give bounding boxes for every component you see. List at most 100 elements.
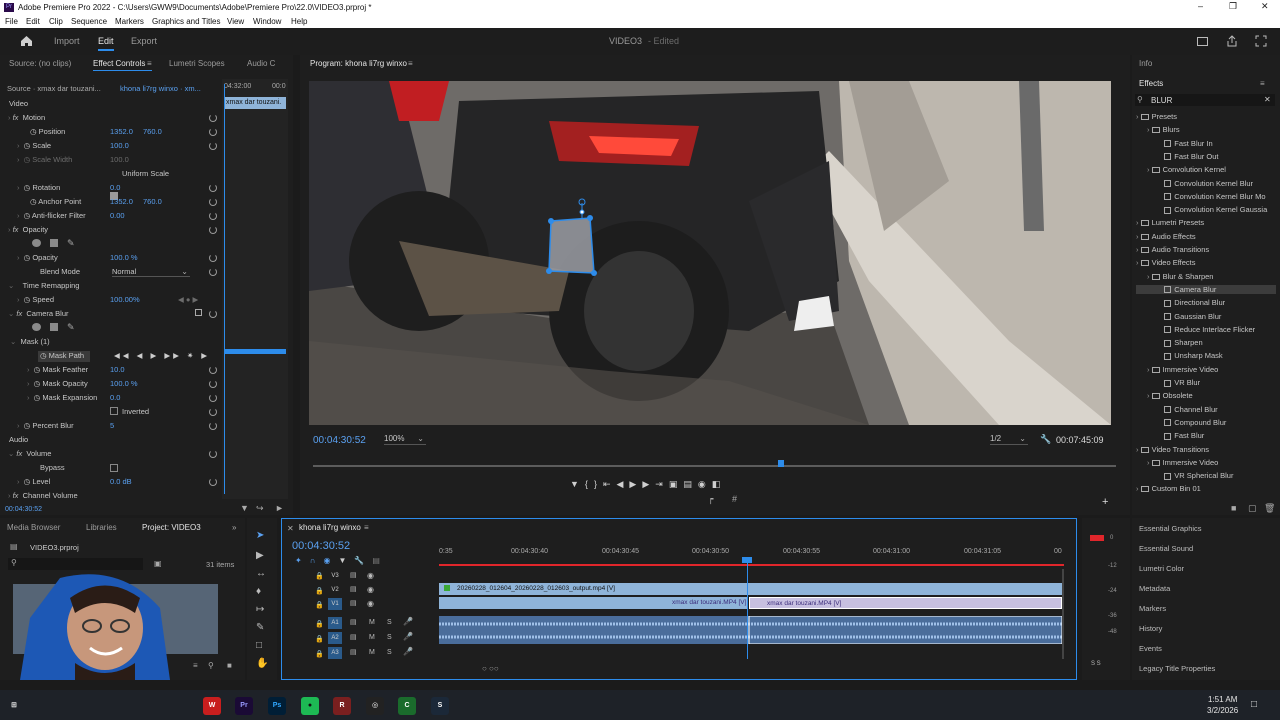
tab-export[interactable]: Export	[131, 36, 157, 46]
new-bin-icon[interactable]: ■	[227, 661, 232, 670]
eye-icon[interactable]: ◉	[367, 585, 374, 594]
sync-icon[interactable]: ▤	[350, 633, 357, 641]
effects-item[interactable]: › Audio Effects	[1136, 232, 1276, 241]
panel-events[interactable]: Events	[1139, 644, 1162, 653]
sync-icon[interactable]: ▤	[350, 599, 357, 607]
panel-lumetri-color[interactable]: Lumetri Color	[1139, 564, 1184, 573]
rectangle-tool-icon[interactable]: □	[256, 640, 262, 651]
reset-icon[interactable]	[209, 310, 217, 318]
share-icon[interactable]	[1226, 35, 1238, 47]
search-icon[interactable]: ⚲	[208, 661, 214, 670]
camera-blur-row[interactable]: ⌄ fx Camera Blur	[8, 309, 69, 322]
winrar-icon[interactable]: R	[333, 697, 351, 715]
effects-item[interactable]: VR Spherical Blur	[1136, 471, 1276, 480]
clip-v2[interactable]: 20260228_012604_20260228_012603_output.m…	[439, 583, 1062, 595]
notification-icon[interactable]: □	[1251, 699, 1257, 710]
effects-item[interactable]: Reduce Interlace Flicker	[1136, 325, 1276, 334]
track-v3[interactable]: V3	[328, 570, 342, 582]
menu-markers[interactable]: Markers	[115, 17, 144, 26]
mask-expansion-value[interactable]: 0.0	[110, 393, 120, 406]
menu-sequence[interactable]: Sequence	[71, 17, 107, 26]
reset-icon[interactable]	[209, 114, 217, 122]
audio-clip-a1-a2[interactable]	[439, 615, 1063, 645]
add-button-icon[interactable]: +	[1102, 496, 1108, 508]
keyframe-nav-icon[interactable]: ◀ ● ▶	[178, 295, 198, 308]
effects-item[interactable]: › Video Transitions	[1136, 445, 1276, 454]
bin-icon[interactable]: ▣	[154, 559, 162, 568]
track-a1[interactable]: A1	[328, 617, 342, 629]
menu-view[interactable]: View	[227, 17, 244, 26]
effects-tab[interactable]: Effects	[1139, 79, 1163, 88]
effects-item[interactable]: Compound Blur	[1136, 418, 1276, 427]
mic-icon[interactable]: 🎤	[403, 647, 413, 656]
reset-icon[interactable]	[209, 394, 217, 402]
effects-item[interactable]: › Blur & Sharpen	[1136, 272, 1276, 281]
panel-essential-sound[interactable]: Essential Sound	[1139, 544, 1193, 553]
pen-tool-icon[interactable]: ✎	[256, 622, 264, 633]
mask-path-keyframe-bar[interactable]	[224, 349, 286, 354]
timeline-timecode[interactable]: 00:04:30:52	[292, 540, 350, 552]
delete-icon[interactable]: 🗑	[1264, 503, 1275, 514]
rectangle-mask-icon[interactable]	[50, 323, 58, 331]
filter-icon[interactable]: ▼	[240, 503, 249, 513]
effects-item[interactable]: › Custom Bin 01	[1136, 484, 1276, 493]
step-forward-icon[interactable]: ▶	[642, 479, 655, 489]
meter-solo[interactable]: S S	[1091, 661, 1101, 667]
effects-item[interactable]: Convolution Kernel Blur Mo	[1136, 192, 1276, 201]
home-icon[interactable]	[20, 35, 33, 47]
mute-button[interactable]: M	[369, 649, 375, 656]
position-y[interactable]: 760.0	[143, 127, 162, 140]
reset-icon[interactable]	[209, 366, 217, 374]
menu-graphics[interactable]: Graphics and Titles	[152, 17, 220, 26]
keyframe-clip-bar[interactable]: xmax dar touzani.	[224, 97, 286, 109]
effects-item[interactable]: › Blurs	[1136, 125, 1276, 134]
fullscreen-icon[interactable]	[1255, 35, 1267, 47]
effects-item[interactable]: VR Blur	[1136, 378, 1276, 387]
effects-item[interactable]: › Audio Transitions	[1136, 245, 1276, 254]
channel-volume-row[interactable]: › fx Channel Volume	[8, 491, 78, 504]
effects-item[interactable]: Gaussian Blur	[1136, 312, 1276, 321]
menu-edit[interactable]: Edit	[26, 17, 40, 26]
reset-icon[interactable]	[209, 226, 217, 234]
sync-icon[interactable]: ▤	[350, 618, 357, 626]
pen-mask-icon[interactable]: ✎	[67, 322, 75, 333]
mark-out-icon[interactable]: }	[594, 479, 603, 489]
menu-icon[interactable]: ≡	[147, 59, 152, 68]
time-remapping-row[interactable]: ⌄ Time Remapping	[8, 281, 79, 294]
play-audio-icon[interactable]: ►	[275, 503, 284, 513]
track-v2[interactable]: V2	[328, 584, 342, 596]
eye-icon[interactable]: ◉	[367, 599, 374, 608]
wrench-icon[interactable]: 🔧	[1040, 434, 1051, 445]
lock-icon[interactable]: 🔒	[315, 620, 324, 628]
export-icon[interactable]: ↪	[256, 503, 264, 514]
mask-opacity-value[interactable]: 100.0 %	[110, 379, 138, 392]
zoom-scrollbar[interactable]: ○ ○○	[482, 664, 512, 673]
speed-value[interactable]: 100.00%	[110, 295, 140, 308]
timeline-tab[interactable]: khona li7rg winxo	[299, 523, 361, 532]
clip-v1-a[interactable]: xmax dar touzani.MP4 [V]	[439, 597, 747, 609]
effects-item[interactable]: › Convolution Kernel	[1136, 165, 1276, 174]
keyframe-timeline[interactable]: 04:32:00 00:0 xmax dar touzani.	[222, 79, 288, 499]
wps-icon[interactable]: W	[203, 697, 221, 715]
snap-icon[interactable]: ∩	[310, 556, 324, 565]
hand-tool-icon[interactable]: ✋	[256, 658, 268, 669]
track-v1[interactable]: V1	[328, 598, 342, 610]
sync-icon[interactable]: ▤	[350, 571, 357, 579]
reset-icon[interactable]	[209, 450, 217, 458]
track-a3[interactable]: A3	[328, 647, 342, 659]
sync-icon[interactable]: ▤	[350, 648, 357, 656]
effects-item[interactable]: › Video Effects	[1136, 258, 1276, 267]
minimize-icon[interactable]: –	[1198, 1, 1203, 11]
zoom-select[interactable]: 100% ⌄	[384, 434, 426, 445]
menu-icon[interactable]: ≡	[408, 59, 413, 68]
panel-metadata[interactable]: Metadata	[1139, 584, 1170, 593]
mask-track-controls[interactable]: ◀◀ ◀ ▶ ▶▶ ✷ ▶	[114, 351, 210, 364]
resolution-select[interactable]: 1/2 ⌄	[990, 434, 1028, 445]
vertical-scrollbar[interactable]	[1062, 569, 1064, 659]
list-view-icon[interactable]: ≡	[193, 661, 198, 670]
program-timecode[interactable]: 00:04:30:52	[313, 435, 366, 446]
track-select-icon[interactable]: ▶	[256, 550, 264, 561]
effects-item[interactable]: Unsharp Mask	[1136, 351, 1276, 360]
tab-audio[interactable]: Audio C	[247, 59, 275, 68]
effects-item[interactable]: › Obsolete	[1136, 391, 1276, 400]
